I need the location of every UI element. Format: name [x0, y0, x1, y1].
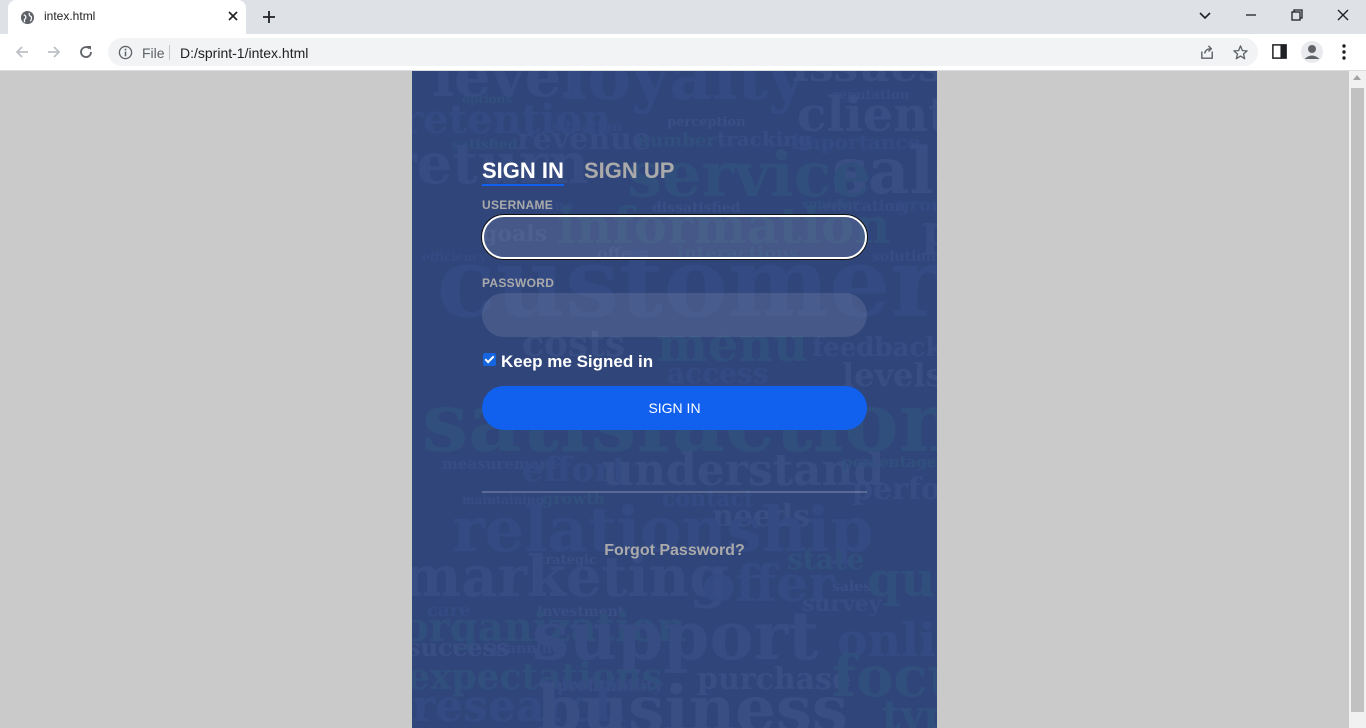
- tab-title: intex.html: [44, 9, 96, 23]
- scroll-thumb[interactable]: [1351, 88, 1364, 712]
- forgot-password-link[interactable]: Forgot Password?: [412, 542, 937, 560]
- side-panel-icon[interactable]: [1271, 43, 1288, 65]
- login-card: levelloyaltyissuesoptionsreputationreten…: [412, 71, 937, 728]
- file-scheme-label: File: [142, 45, 165, 61]
- share-icon[interactable]: [1199, 44, 1216, 66]
- close-window-icon[interactable]: [1335, 7, 1351, 28]
- active-tab-underline: [482, 184, 564, 186]
- more-menu-icon[interactable]: [1336, 43, 1352, 66]
- sign-in-button[interactable]: SIGN IN: [482, 386, 867, 430]
- keep-signed-in-label[interactable]: Keep me Signed in: [501, 352, 653, 372]
- profile-avatar-icon[interactable]: [1300, 40, 1324, 69]
- browser-tabstrip: intex.html: [0, 0, 1366, 34]
- password-label: PASSWORD: [482, 276, 555, 290]
- close-tab-icon[interactable]: [226, 9, 240, 28]
- reload-icon[interactable]: [77, 43, 95, 66]
- bookmark-star-icon[interactable]: [1232, 44, 1249, 66]
- password-input[interactable]: [482, 293, 867, 337]
- site-info-icon[interactable]: [118, 45, 133, 65]
- tab-sign-up[interactable]: SIGN UP: [584, 158, 674, 184]
- globe-icon: [20, 10, 35, 30]
- username-input[interactable]: [482, 215, 867, 259]
- omnibox-divider: [169, 45, 170, 60]
- address-bar[interactable]: File D:/sprint-1/intex.html: [108, 38, 1258, 66]
- browser-toolbar: File D:/sprint-1/intex.html: [0, 34, 1366, 71]
- url-text[interactable]: D:/sprint-1/intex.html: [180, 45, 308, 61]
- divider: [482, 491, 867, 493]
- checkmark-icon: [484, 353, 495, 364]
- keep-signed-in-checkbox[interactable]: [483, 353, 496, 366]
- minimize-icon[interactable]: [1243, 7, 1259, 28]
- browser-tab[interactable]: intex.html: [8, 0, 246, 34]
- scroll-up-arrow-icon[interactable]: [1353, 75, 1361, 80]
- page-scrollbar[interactable]: [1349, 71, 1366, 728]
- tab-search-icon[interactable]: [1197, 7, 1213, 28]
- back-icon[interactable]: [13, 43, 31, 66]
- new-tab-icon[interactable]: [260, 8, 278, 31]
- forward-icon[interactable]: [45, 43, 63, 66]
- username-label: USERNAME: [482, 198, 554, 212]
- tab-sign-in[interactable]: SIGN IN: [482, 158, 564, 184]
- restore-icon[interactable]: [1289, 7, 1305, 28]
